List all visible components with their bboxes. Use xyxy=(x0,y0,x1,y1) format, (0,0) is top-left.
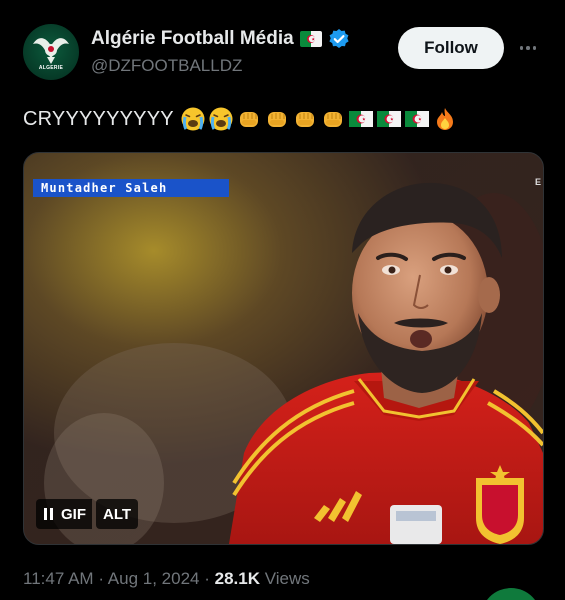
avatar-text: ALGERIE xyxy=(38,65,64,71)
pause-gif-button[interactable]: GIF xyxy=(36,499,92,529)
lower-third-caption: Muntadher Saleh xyxy=(33,179,229,197)
verified-badge-icon[interactable] xyxy=(328,28,350,50)
follow-button[interactable]: Follow xyxy=(398,27,504,69)
author-avatar[interactable]: ALGERIE xyxy=(23,24,79,80)
eagle-logo-icon xyxy=(33,38,69,64)
gif-media[interactable]: Muntadher Saleh E GIF ALT xyxy=(23,152,544,545)
tweet-time[interactable]: 11:47 AM xyxy=(23,569,94,588)
gif-label: GIF xyxy=(61,505,86,523)
pause-icon xyxy=(44,508,53,520)
player-photo xyxy=(24,153,543,544)
tweet-text: CRYYYYYYYYY xyxy=(23,104,458,134)
gif-controls: GIF ALT xyxy=(36,499,139,529)
alt-text-button[interactable]: ALT xyxy=(96,499,139,529)
tweet-date[interactable]: Aug 1, 2024 xyxy=(108,569,200,588)
algeria-flag-emoji xyxy=(404,106,430,132)
tweet-card: ALGERIE Algérie Football Média @DZFOOTBA… xyxy=(0,0,565,600)
algeria-flag-icon xyxy=(299,31,322,47)
broadcast-corner-mark: E xyxy=(534,177,541,187)
author-name-row: Algérie Football Média xyxy=(91,28,350,50)
views-count[interactable]: 28.1K xyxy=(215,569,260,588)
fist-bump-emoji xyxy=(292,106,318,132)
author-display-name[interactable]: Algérie Football Média xyxy=(91,28,294,50)
crying-face-emoji xyxy=(208,106,234,132)
floating-action-button[interactable] xyxy=(481,588,541,600)
crying-face-emoji xyxy=(180,106,206,132)
meta-separator: · xyxy=(204,569,210,588)
algeria-flag-emoji xyxy=(376,106,402,132)
meta-separator: · xyxy=(98,569,104,588)
fist-bump-emoji xyxy=(320,106,346,132)
views-label: Views xyxy=(264,569,310,588)
more-options-icon[interactable] xyxy=(516,36,540,60)
tweet-meta: 11:47 AM · Aug 1, 2024 · 28.1K Views xyxy=(23,569,310,589)
fire-emoji xyxy=(432,106,458,132)
algeria-flag-emoji xyxy=(348,106,374,132)
author-handle[interactable]: @DZFOOTBALLDZ xyxy=(91,56,242,76)
tweet-body-text: CRYYYYYYYYY xyxy=(23,107,174,130)
fist-bump-emoji xyxy=(264,106,290,132)
fist-bump-emoji xyxy=(236,106,262,132)
